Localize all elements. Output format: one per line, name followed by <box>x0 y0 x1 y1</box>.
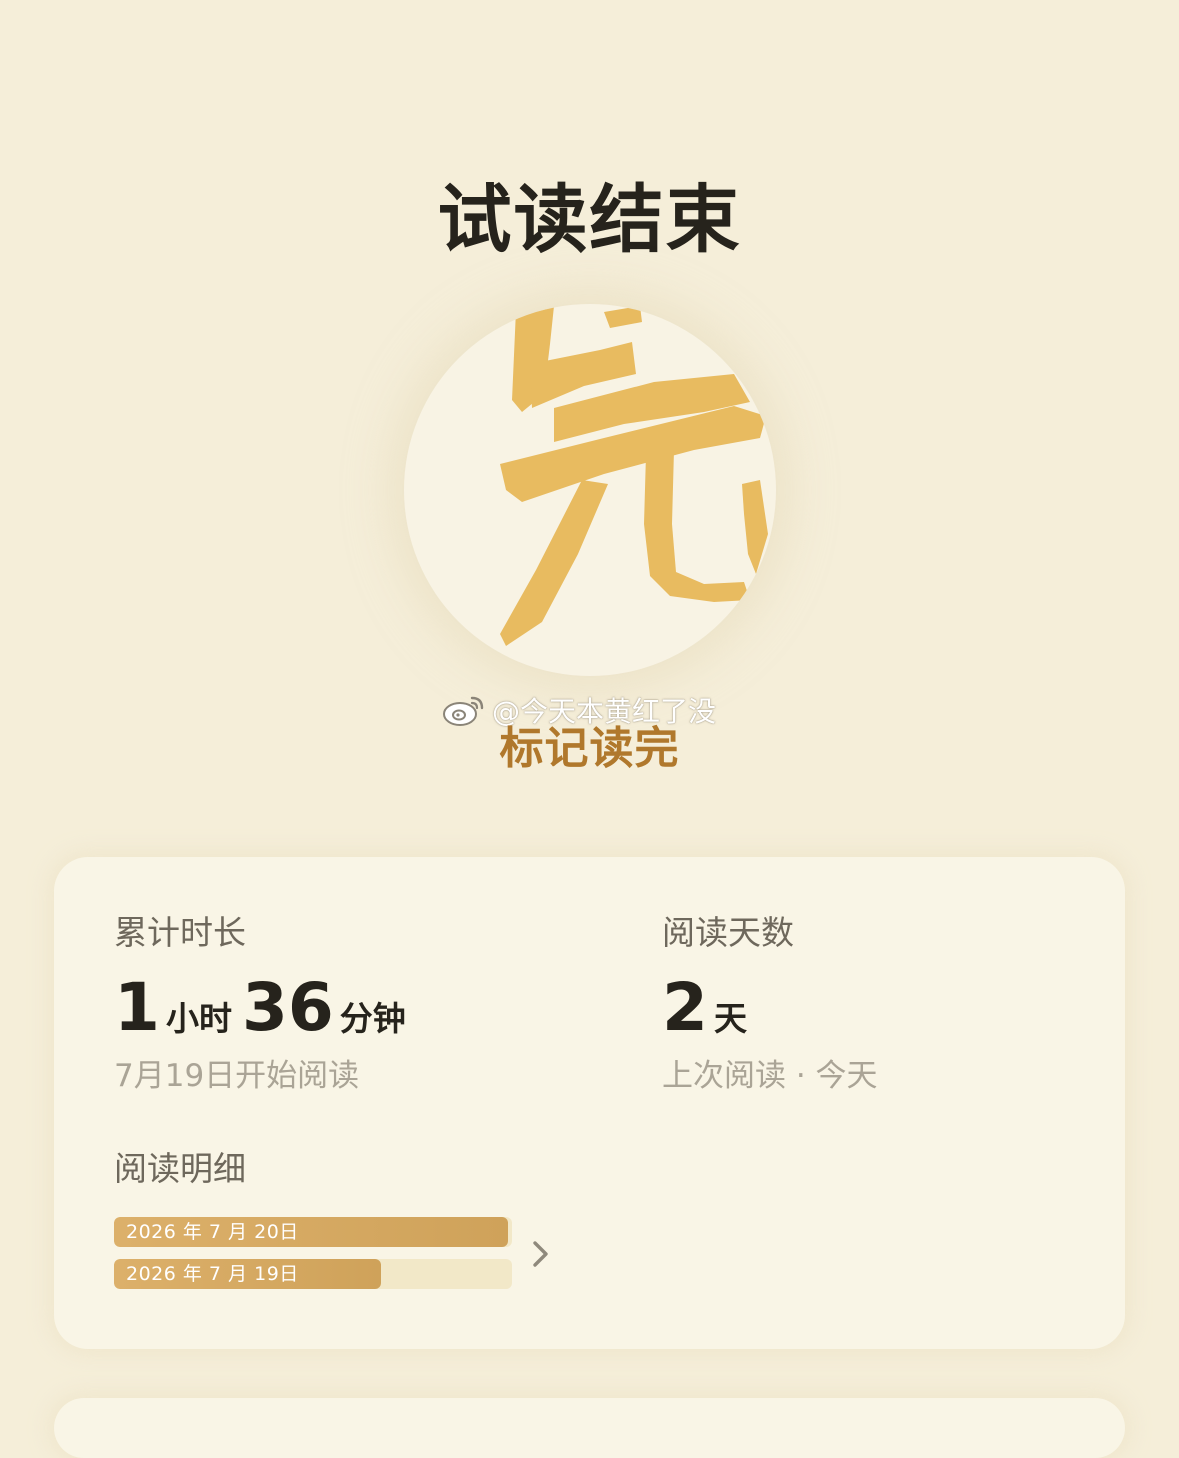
total-time-hours-unit: 小时 <box>165 999 232 1038</box>
reading-days-value: 2 天 <box>662 973 757 1054</box>
reading-detail-date: 2026 年 7 月 19日 <box>126 1263 299 1285</box>
total-time-minutes: 36 <box>241 969 334 1046</box>
reading-days-count: 2 <box>662 969 708 1046</box>
reading-detail-row[interactable]: 2026 年 7 月 20日 <box>114 1217 512 1247</box>
chevron-right-icon[interactable] <box>530 1239 552 1269</box>
reading-detail-label: 阅读明细 <box>114 1149 246 1188</box>
total-time-minutes-unit: 分钟 <box>339 999 406 1038</box>
reading-start-date: 7月19日开始阅读 <box>114 1058 360 1094</box>
total-time-hours: 1 <box>114 969 160 1046</box>
mark-finished-button[interactable]: 标记读完 <box>0 718 1179 780</box>
reading-days-unit: 天 <box>713 999 747 1038</box>
next-card <box>54 1398 1125 1458</box>
total-time-label: 累计时长 <box>114 913 246 952</box>
reading-detail-row[interactable]: 2026 年 7 月 19日 <box>114 1259 512 1289</box>
total-time-value: 1 小时 36 分钟 <box>114 973 416 1054</box>
reading-days-label: 阅读天数 <box>662 913 794 952</box>
finished-emblem <box>404 304 776 676</box>
reading-stats-card: 累计时长 1 小时 36 分钟 7月19日开始阅读 阅读天数 2 天 上次阅读 … <box>54 857 1125 1349</box>
reading-detail-date: 2026 年 7 月 20日 <box>126 1221 299 1243</box>
page-title: 试读结束 <box>437 177 742 263</box>
last-read-text: 上次阅读 · 今天 <box>662 1058 878 1094</box>
finished-brush-glyph-icon <box>500 306 768 646</box>
